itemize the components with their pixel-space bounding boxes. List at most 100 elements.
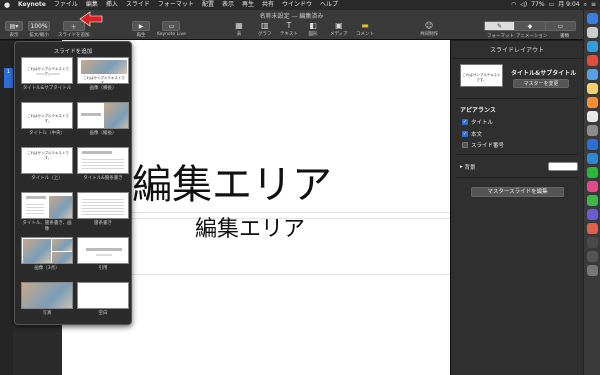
annotation-arrow-icon [79, 11, 103, 27]
chart-icon[interactable]: ▥ [260, 21, 270, 30]
background-color-well[interactable] [548, 162, 578, 171]
layout-caption: タイトル（上） [31, 176, 63, 181]
slide-subtitle[interactable]: 編集エリア [195, 211, 305, 243]
media-icon[interactable]: ▣ [334, 21, 344, 30]
tab-document[interactable]: ▭ [546, 22, 575, 30]
finder-icon[interactable] [587, 13, 598, 24]
comment-icon[interactable]: ▬ [360, 21, 370, 30]
media-button-group[interactable]: ▣ メディア [330, 21, 348, 37]
calendar-icon[interactable] [587, 111, 598, 122]
table-icon[interactable]: ▦ [234, 21, 244, 30]
layout-title-bullets-photo[interactable]: タイトル、箇条書き、画像 [21, 192, 73, 233]
text-button-group[interactable]: T テキスト [280, 21, 298, 37]
body-checkbox[interactable]: ✓ 本文 [462, 130, 482, 138]
view-button-group[interactable]: ▤▾ 表示 [5, 21, 23, 38]
zoom-select[interactable]: 100% [28, 21, 50, 31]
keynote-live-button-group[interactable]: ▭ Keynote Live [157, 21, 186, 37]
keynote-live-button[interactable]: ▭ [162, 21, 181, 31]
menu-keynote[interactable]: Keynote [14, 0, 50, 10]
thumb-photo [81, 60, 127, 74]
downloads-icon[interactable] [587, 251, 598, 262]
layout-title-top[interactable]: これはサンプルテキストです。 タイトル（上） [21, 147, 73, 182]
menu-insert[interactable]: 挿入 [102, 0, 122, 10]
comment-button-group[interactable]: ▬ コメント [356, 21, 374, 37]
photos-icon[interactable] [587, 97, 598, 108]
table-button-group[interactable]: ▦ 表 [234, 21, 244, 37]
menu-arrange[interactable]: 配置 [198, 0, 218, 10]
safari-icon[interactable] [587, 41, 598, 52]
chart-button-group[interactable]: ▥ グラフ [258, 21, 272, 37]
menu-file[interactable]: ファイル [50, 0, 82, 10]
trash-icon[interactable] [587, 265, 598, 276]
shape-button-group[interactable]: ◧ 図形 [308, 21, 318, 37]
menu-slide[interactable]: スライド [122, 0, 154, 10]
collab-button-group[interactable]: ☺ 共同制作 [420, 21, 438, 37]
layout-bullets[interactable]: 箇条書き [77, 192, 129, 227]
chrome-icon[interactable] [587, 55, 598, 66]
notes-icon[interactable] [587, 83, 598, 94]
change-master-button[interactable]: マスターを変更 [513, 79, 569, 88]
layout-photo-vertical[interactable]: 画像（縦長） [77, 102, 129, 137]
document-icon: ▭ [557, 22, 564, 30]
menu-help[interactable]: ヘルプ [316, 0, 342, 10]
launchpad-icon[interactable] [587, 27, 598, 38]
layout-caption: 画像（横長） [89, 86, 117, 91]
mail-icon[interactable] [587, 69, 598, 80]
layout-blank[interactable]: 空白 [77, 282, 129, 317]
keynote-icon[interactable] [587, 153, 598, 164]
menu-format[interactable]: フォーマット [154, 0, 198, 10]
slide-number-checkbox[interactable]: スライド番号 [462, 141, 504, 149]
navigator-slide-1[interactable]: 1 [4, 68, 13, 88]
app-icon[interactable] [587, 209, 598, 220]
collaborate-icon[interactable]: ☺ [424, 21, 434, 30]
menu-share[interactable]: 共有 [258, 0, 278, 10]
play-button-group[interactable]: ▶ 再生 [132, 21, 150, 38]
music-icon[interactable] [587, 181, 598, 192]
thumb-attribution-line [96, 254, 112, 256]
apple-menu-icon[interactable]: ● [0, 0, 14, 10]
shape-icon[interactable]: ◧ [308, 21, 318, 30]
line-icon[interactable] [587, 195, 598, 206]
system-preferences-icon[interactable] [587, 125, 598, 136]
menubar-clock[interactable]: 月 9:04 [558, 0, 579, 10]
search-icon[interactable]: ⌕ [584, 0, 587, 10]
slide-title[interactable]: 編集エリア [132, 152, 332, 210]
layout-caption: 箇条書き [94, 221, 112, 226]
zoom-button-group[interactable]: 100% 拡大/縮小 [28, 21, 50, 38]
wifi-icon[interactable]: ◠ [511, 0, 516, 10]
battery-icon[interactable]: ▭ [549, 0, 555, 10]
layout-quote[interactable]: 引用 [77, 237, 129, 272]
layout-caption: 引用 [98, 266, 108, 271]
text-icon[interactable]: T [284, 21, 294, 30]
view-button[interactable]: ▤▾ [5, 21, 23, 31]
thumb-photo [104, 103, 128, 128]
layout-photo-horizontal[interactable]: これはサンプルテキストです。 画像（横長） [77, 57, 129, 92]
thumb-photo [22, 283, 72, 308]
layout-title-subtitle[interactable]: これはサンプルテキストです。 タイトル&サブタイトル [21, 57, 73, 92]
app-store-icon[interactable] [587, 139, 598, 150]
layout-thumbnail: これはサンプルテキストです。 [21, 102, 73, 129]
title-checkbox[interactable]: ✓ タイトル [462, 118, 493, 126]
divider [456, 154, 578, 155]
layout-title-bullets[interactable]: タイトル&箇条書き [77, 147, 129, 182]
menu-view[interactable]: 表示 [218, 0, 238, 10]
layout-photo[interactable]: 写真 [21, 282, 73, 317]
list-icon[interactable]: ≡ [591, 0, 596, 10]
checkmark-icon: ✓ [462, 119, 468, 125]
play-button[interactable]: ▶ [132, 21, 150, 31]
tab-format[interactable]: ✎ [485, 22, 516, 30]
folder-icon[interactable] [587, 237, 598, 248]
app-icon[interactable] [587, 223, 598, 234]
layout-title-center[interactable]: これはサンプルテキストです。 タイトル（中央） [21, 102, 73, 137]
layout-caption: タイトル（中央） [29, 131, 65, 136]
background-row[interactable]: ▸ 背景 [460, 162, 578, 171]
tab-animate[interactable]: ◆ [515, 22, 546, 30]
edit-master-slide-button[interactable]: マスタースライドを編集 [471, 187, 564, 197]
messages-icon[interactable] [587, 167, 598, 178]
menu-play[interactable]: 再生 [238, 0, 258, 10]
menu-window[interactable]: ウインドウ [278, 0, 316, 10]
menu-edit[interactable]: 編集 [82, 0, 102, 10]
volume-icon[interactable]: ◁) [520, 0, 527, 10]
battery-percent[interactable]: 77% [531, 0, 544, 10]
layout-photo-3up[interactable]: 画像（3点） [21, 237, 73, 272]
